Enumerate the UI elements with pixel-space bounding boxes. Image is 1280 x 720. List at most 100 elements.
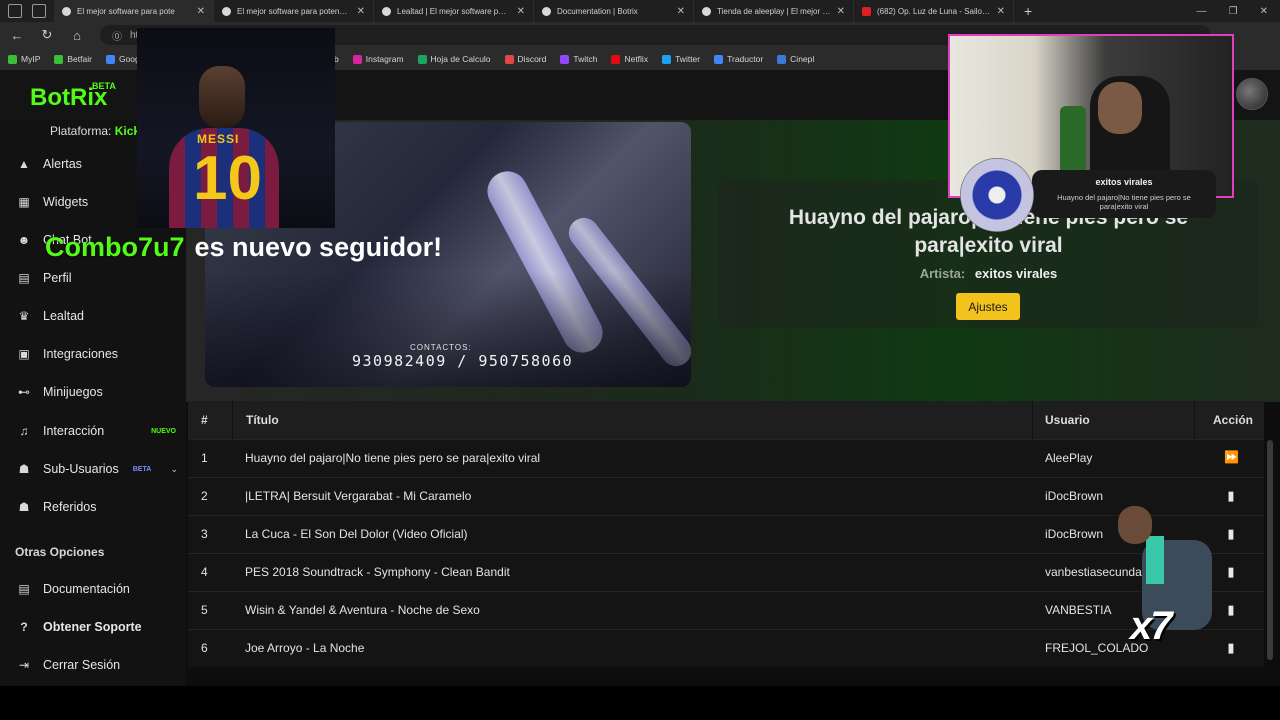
beta-badge: BETA [132,465,152,473]
diamond-icon [222,6,231,16]
sidebar-item-perfil[interactable]: ▤ Perfil [16,266,184,290]
back-icon[interactable]: ← [10,28,24,43]
tab-label: El mejor software para potenciar [237,6,351,16]
bookmark-favicon-icon [662,54,672,64]
tab-actions-icon[interactable] [32,4,46,18]
bookmark-item[interactable]: Instagram [352,54,404,64]
botrix-icon [702,6,711,16]
sidebar-item-sub-usuarios[interactable]: ☗ Sub-Usuarios BETA ⌄ [16,457,184,481]
sidebar-item-documentacion[interactable]: ▤ Documentación [16,577,184,601]
id-card-icon: ▤ [18,271,30,285]
bookmark-favicon-icon [417,54,427,64]
taskbar-area [0,686,1280,720]
close-icon[interactable]: ✕ [197,6,205,17]
song-title-cell: PES 2018 Soundtrack - Symphony - Clean B… [245,565,510,579]
bookmark-label: Discord [517,54,547,64]
bookmark-label: Instagram [365,54,404,64]
sidebar-item-label: Lealtad [43,309,85,323]
browser-tab[interactable]: El mejor software para potenciar ✕ [214,0,374,22]
avatar[interactable] [1236,78,1268,110]
skip-icon[interactable]: ⏩ [1224,450,1239,464]
browser-tab[interactable]: Lealtad | El mejor software para p ✕ [374,0,534,22]
gamepad-icon: ⊷ [18,385,30,399]
botrix-logo[interactable]: BotRix BETA [30,81,116,112]
video-overlay-image: MESSI 10 [137,28,335,228]
row-number: 1 [201,451,208,465]
sidebar-item-label: Obtener Soporte [43,620,142,634]
bookmark-favicon-icon [611,54,621,64]
new-tab-icon[interactable]: + [1014,3,1042,19]
chevron-down-icon[interactable]: ⌄ [170,464,178,475]
close-icon[interactable]: ✕ [837,6,845,17]
settings-button[interactable]: Ajustes [956,293,1020,320]
sidebar-item-interaccion[interactable]: ♫ Interacción NUEVO [16,419,184,443]
trash-icon[interactable]: ▮ [1224,640,1238,656]
row-number: 5 [201,603,208,617]
column-header-user[interactable]: Usuario [1045,401,1090,439]
close-icon[interactable]: ✕ [997,6,1005,17]
close-icon[interactable]: ✕ [677,6,685,17]
sidebar-item-cerrar-sesion[interactable]: ⇥ Cerrar Sesión [16,653,184,677]
bookmark-item[interactable]: Cinepl [777,54,814,64]
section-title: Otras Opciones [15,545,105,559]
warning-icon: ▲ [18,157,30,171]
bookmark-favicon-icon [54,54,64,64]
logout-icon: ⇥ [18,658,30,672]
sidebar-item-lealtad[interactable]: ♛ Lealtad [16,304,184,328]
browser-tab[interactable]: Tienda de aleeplay | El mejor soft ✕ [694,0,854,22]
trophy-icon: ♛ [18,309,30,323]
row-number: 4 [201,565,208,579]
album-art [960,158,1034,232]
sidebar-item-label: Alertas [43,157,82,171]
bookmark-favicon-icon [560,54,570,64]
follower-username: Combo7u7 [45,232,185,262]
site-info-icon[interactable]: ⓪ [112,28,122,43]
platform-indicator: Plataforma: Kick [50,124,140,138]
sidebar-item-label: Referidos [43,500,97,514]
close-window-icon[interactable]: ✕ [1260,6,1268,17]
browser-tab[interactable]: Documentation | Botrix ✕ [534,0,694,22]
bookmark-item[interactable]: Hoja de Calculo [417,54,491,64]
bookmark-item[interactable]: Betfair [54,54,92,64]
close-icon[interactable]: ✕ [517,6,525,17]
song-title-cell: Joe Arroyo - La Noche [245,641,365,655]
youtube-icon [862,6,871,16]
artist-line: Artista: exitos virales [718,266,1259,281]
column-divider [232,401,233,439]
sidebar-item-referidos[interactable]: ☗ Referidos [16,495,184,519]
bookmark-item[interactable]: MyIP [8,54,40,64]
sidebar-item-label: Interacción [43,424,105,438]
bookmark-favicon-icon [352,54,362,64]
bookmark-item[interactable]: Traductor [714,54,763,64]
row-number: 6 [201,641,208,655]
browser-tab[interactable]: (682) Op. Luz de Luna - Sailor Mo ✕ [854,0,1014,22]
reload-icon[interactable]: ↻ [40,27,54,43]
column-header-title[interactable]: Título [246,401,279,439]
table-scrollbar[interactable] [1267,440,1273,660]
sidebar-item-integraciones[interactable]: ▣ Integraciones [16,342,184,366]
bookmark-item[interactable]: Twitter [662,54,700,64]
minimize-icon[interactable]: — [1197,6,1207,17]
bookmark-favicon-icon [8,54,17,64]
webcam-detail [1098,82,1142,134]
bookmark-favicon-icon [504,54,514,64]
sidebar-item-minijuegos[interactable]: ⊷ Minijuegos [16,380,184,404]
dancing-kid-overlay [1108,500,1234,636]
browser-tab[interactable]: El mejor software para pote ✕ [54,0,214,22]
close-icon[interactable]: ✕ [357,6,365,17]
maximize-icon[interactable]: ❐ [1229,6,1238,17]
workspaces-icon[interactable] [8,4,22,18]
sidebar-item-label: Cerrar Sesión [43,658,121,672]
requested-by-cell: AleePlay [1045,451,1093,465]
bookmark-label: Cinepl [790,54,815,64]
overlay-figure [1146,536,1164,584]
tab-label: (682) Op. Luz de Luna - Sailor Mo [877,6,991,16]
platform-label: Plataforma: [50,124,112,138]
sidebar-item-soporte[interactable]: ? Obtener Soporte [16,615,184,639]
overlay-figure [1118,506,1152,544]
home-icon[interactable]: ⌂ [70,28,84,43]
bookmark-item[interactable]: Netflix [611,54,648,64]
bookmark-item[interactable]: Twitch [560,54,597,64]
bookmark-item[interactable]: Discord [504,54,547,64]
bookmark-item[interactable]: Goog [105,54,140,64]
